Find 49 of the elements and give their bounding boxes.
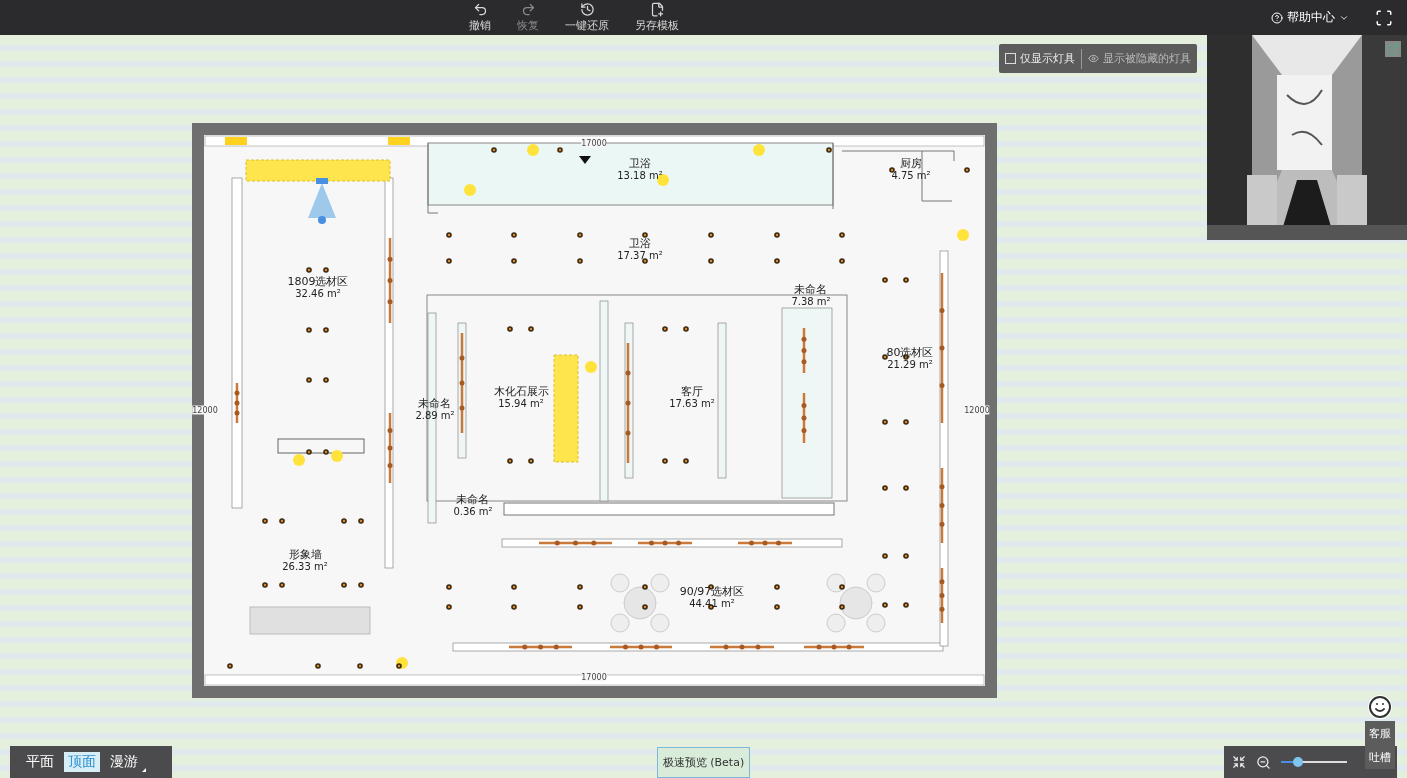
dimension-label: 17000 <box>581 672 607 682</box>
room-name: 形象墙 <box>288 549 322 561</box>
service-button[interactable]: 吐槽 <box>1365 745 1395 769</box>
room-area: 17.63 m² <box>669 398 715 410</box>
eye-icon <box>1088 53 1099 64</box>
room-name: 1809选材区 <box>287 276 349 288</box>
toolbar-button[interactable]: 撤销 <box>465 2 495 33</box>
room-area: 7.38 m² <box>791 296 831 308</box>
shrink-icon[interactable] <box>1232 755 1246 769</box>
room-area: 4.75 m² <box>891 170 931 182</box>
undo-icon <box>472 2 488 17</box>
preview-button[interactable]: 极速预览 (Beta) <box>657 747 750 778</box>
dimension-label: 17000 <box>581 138 607 148</box>
room-name: 木化石展示 <box>493 386 549 398</box>
room-name: 80选材区 <box>886 347 934 359</box>
room-area: 17.37 m² <box>617 250 663 262</box>
view-mode-tab[interactable]: 漫游 <box>106 752 142 772</box>
room-name: 90/97选材区 <box>679 586 745 598</box>
redo-icon <box>520 2 536 17</box>
service-button[interactable]: 客服 <box>1365 721 1395 745</box>
show-hidden-lights-button[interactable]: 显示被隐藏的灯具 <box>1088 51 1191 66</box>
fullscreen-button[interactable] <box>1375 8 1393 27</box>
room-name: 未命名 <box>456 494 490 506</box>
dimension-label: 12000 <box>964 405 990 415</box>
room-area: 44.41 m² <box>689 598 735 610</box>
room-area: 32.46 m² <box>295 288 341 300</box>
dimension-label: 12000 <box>192 405 218 415</box>
room-name: 未命名 <box>418 398 452 410</box>
room-name: 厨房 <box>900 158 922 170</box>
zoom-out-icon[interactable] <box>1256 754 1271 770</box>
room-area: 15.94 m² <box>498 398 544 410</box>
room-area: 2.89 m² <box>415 410 455 422</box>
view-mode-tab[interactable]: 平面 <box>22 752 58 772</box>
room-name: 客厅 <box>681 386 703 398</box>
history-icon <box>579 2 595 17</box>
room-area: 13.18 m² <box>617 170 663 182</box>
room-name: 卫浴 <box>629 158 651 170</box>
room-area: 26.33 m² <box>282 561 328 573</box>
toolbar-button[interactable]: 另存模板 <box>631 2 683 33</box>
file-plus-icon <box>649 2 665 17</box>
lights-only-checkbox[interactable]: 仅显示灯具 <box>1005 51 1075 66</box>
smiley-icon[interactable] <box>1368 695 1392 719</box>
help-button[interactable]: 帮助中心 <box>1265 8 1355 27</box>
room-area: 21.29 m² <box>887 359 933 371</box>
room-name: 卫浴 <box>629 238 651 250</box>
room-name: 未命名 <box>794 284 828 296</box>
help-icon <box>1271 11 1283 24</box>
room-area: 0.36 m² <box>453 506 493 518</box>
toolbar-button[interactable]: 一键还原 <box>561 2 613 33</box>
